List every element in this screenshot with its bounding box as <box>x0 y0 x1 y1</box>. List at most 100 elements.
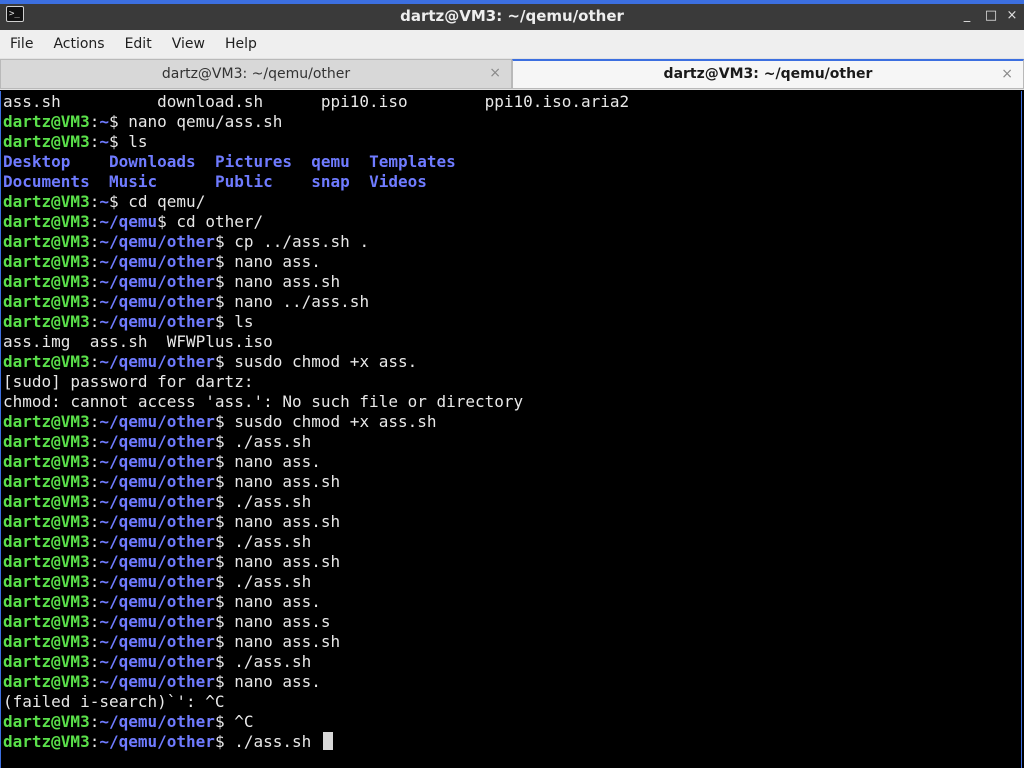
prompt-dollar: $ <box>214 312 225 331</box>
prompt-path: ~/qemu/other <box>99 572 215 591</box>
command-text: ^C <box>224 712 254 731</box>
menu-view[interactable]: View <box>162 30 215 58</box>
menu-help[interactable]: Help <box>215 30 267 58</box>
prompt-separator: : <box>89 612 100 631</box>
prompt-user-host: dartz@VM3 <box>3 592 90 611</box>
prompt-line: dartz@VM3:~/qemu/other$ ^C <box>3 712 1019 732</box>
command-text: ./ass.sh <box>224 732 321 751</box>
prompt-user-host: dartz@VM3 <box>3 652 90 671</box>
directory-name: Pictures <box>214 152 312 171</box>
prompt-line: dartz@VM3:~/qemu/other$ cp ../ass.sh . <box>3 232 1019 252</box>
prompt-separator: : <box>89 512 100 531</box>
prompt-separator: : <box>89 352 100 371</box>
prompt-path: ~/qemu <box>99 212 158 231</box>
prompt-separator: : <box>89 492 100 511</box>
prompt-separator: : <box>89 112 100 131</box>
prompt-user-host: dartz@VM3 <box>3 492 90 511</box>
menu-bar: File Actions Edit View Help <box>0 30 1024 58</box>
command-text: ./ass.sh <box>224 492 312 511</box>
prompt-line: dartz@VM3:~/qemu/other$ ./ass.sh <box>3 532 1019 552</box>
close-window-button[interactable]: × <box>1003 6 1021 26</box>
prompt-user-host: dartz@VM3 <box>3 412 90 431</box>
tab-close-icon[interactable]: × <box>489 60 501 86</box>
prompt-dollar: $ <box>214 512 225 531</box>
prompt-separator: : <box>89 652 100 671</box>
prompt-line: dartz@VM3:~/qemu/other$ nano ass.sh <box>3 272 1019 292</box>
command-text: nano ass.sh <box>224 472 341 491</box>
command-text: nano ass.sh <box>224 552 341 571</box>
command-text: susdo chmod +x ass.sh <box>224 412 437 431</box>
prompt-line: dartz@VM3:~/qemu/other$ susdo chmod +x a… <box>3 352 1019 372</box>
prompt-separator: : <box>89 192 100 211</box>
prompt-separator: : <box>89 272 100 291</box>
prompt-line: dartz@VM3:~/qemu/other$ nano ass. <box>3 592 1019 612</box>
prompt-path: ~/qemu/other <box>99 732 215 751</box>
tab-terminal-2[interactable]: dartz@VM3: ~/qemu/other × <box>512 59 1024 89</box>
command-text: nano qemu/ass.sh <box>118 112 283 131</box>
maximize-button[interactable]: □ <box>982 6 1000 26</box>
prompt-dollar: $ <box>214 452 225 471</box>
command-text: ./ass.sh <box>224 532 312 551</box>
prompt-line: dartz@VM3:~/qemu/other$ ls <box>3 312 1019 332</box>
prompt-user-host: dartz@VM3 <box>3 212 90 231</box>
prompt-user-host: dartz@VM3 <box>3 112 90 131</box>
prompt-user-host: dartz@VM3 <box>3 712 90 731</box>
prompt-line: dartz@VM3:~/qemu/other$ nano ass.s <box>3 612 1019 632</box>
terminal-output[interactable]: ass.sh download.sh ppi10.iso ppi10.iso.a… <box>0 91 1022 768</box>
command-text: ls <box>118 132 148 151</box>
prompt-dollar: $ <box>214 572 225 591</box>
prompt-path: ~/qemu/other <box>99 512 215 531</box>
command-text: nano ass.sh <box>224 632 341 651</box>
prompt-separator: : <box>89 472 100 491</box>
prompt-dollar: $ <box>214 532 225 551</box>
prompt-separator: : <box>89 412 100 431</box>
tab-label: dartz@VM3: ~/qemu/other <box>161 66 351 82</box>
prompt-user-host: dartz@VM3 <box>3 512 90 531</box>
prompt-separator: : <box>89 452 100 471</box>
menu-edit[interactable]: Edit <box>115 30 162 58</box>
prompt-path: ~/qemu/other <box>99 532 215 551</box>
directory-name: Videos <box>369 172 427 191</box>
command-text: nano ass. <box>224 672 321 691</box>
prompt-dollar: $ <box>214 672 225 691</box>
prompt-user-host: dartz@VM3 <box>3 252 90 271</box>
prompt-dollar: $ <box>157 212 167 231</box>
command-text: nano ass.sh <box>224 512 341 531</box>
prompt-line: dartz@VM3:~/qemu/other$ ./ass.sh <box>3 652 1019 672</box>
tab-close-icon[interactable]: × <box>1001 61 1013 87</box>
output-line: (failed i-search)`': ^C <box>3 692 225 711</box>
title-bar: >_ dartz@VM3: ~/qemu/other _ □ × <box>0 0 1024 30</box>
prompt-dollar: $ <box>214 412 225 431</box>
command-text: nano ../ass.sh <box>224 292 370 311</box>
command-text: ./ass.sh <box>224 572 312 591</box>
menu-actions[interactable]: Actions <box>43 30 114 58</box>
prompt-dollar: $ <box>214 432 225 451</box>
directory-name: Templates <box>369 152 456 171</box>
output-line: Desktop Downloads Pictures qemu Template… <box>3 152 1019 172</box>
prompt-path: ~/qemu/other <box>99 612 215 631</box>
tab-label: dartz@VM3: ~/qemu/other <box>663 66 873 82</box>
minimize-button[interactable]: _ <box>958 6 976 26</box>
prompt-user-host: dartz@VM3 <box>3 732 90 751</box>
prompt-user-host: dartz@VM3 <box>3 352 90 371</box>
prompt-line: dartz@VM3:~/qemu/other$ nano ass. <box>3 452 1019 472</box>
prompt-path: ~ <box>99 132 109 151</box>
prompt-dollar: $ <box>214 732 225 751</box>
directory-name: Downloads <box>108 152 215 171</box>
tab-terminal-1[interactable]: dartz@VM3: ~/qemu/other × <box>0 59 512 89</box>
prompt-line: dartz@VM3:~/qemu/other$ ./ass.sh <box>3 432 1019 452</box>
prompt-separator: : <box>89 592 100 611</box>
prompt-separator: : <box>89 432 100 451</box>
directory-name: snap <box>311 172 370 191</box>
prompt-path: ~/qemu/other <box>99 472 215 491</box>
prompt-dollar: $ <box>108 132 119 151</box>
prompt-separator: : <box>89 252 100 271</box>
prompt-path: ~/qemu/other <box>99 632 215 651</box>
prompt-dollar: $ <box>214 272 225 291</box>
prompt-user-host: dartz@VM3 <box>3 572 90 591</box>
prompt-path: ~/qemu/other <box>99 312 215 331</box>
output-line: ass.sh download.sh ppi10.iso ppi10.iso.a… <box>3 92 630 111</box>
menu-file[interactable]: File <box>0 30 43 58</box>
prompt-dollar: $ <box>108 192 119 211</box>
window-title: dartz@VM3: ~/qemu/other <box>400 7 624 25</box>
